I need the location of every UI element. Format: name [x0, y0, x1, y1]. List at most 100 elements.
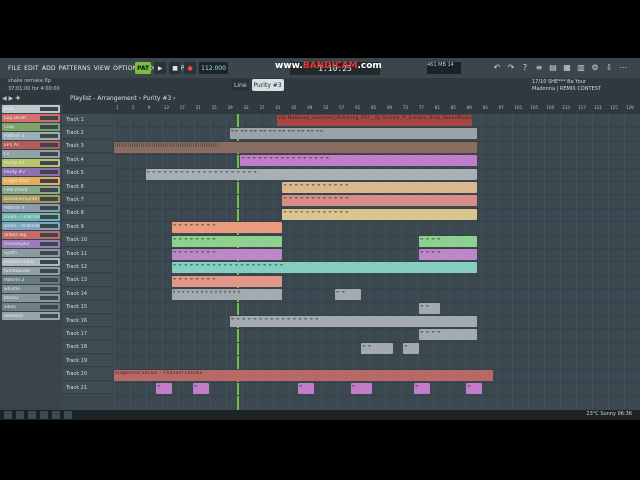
channel-volume-bar[interactable]: [40, 242, 58, 246]
channel-item[interactable]: Pattern 2: [2, 276, 60, 284]
track-label[interactable]: Track 6: [62, 181, 112, 193]
plugin-icon[interactable]: ⚙: [590, 62, 600, 72]
pattern-clip[interactable]: ≡ ≡ ≡ ≡ ≡ ≡ ≡ ≡ ≡ ≡ ≡ ≡ ≡ ≡ ≡ ≡ ≡ ≡ ≡ ≡: [171, 262, 477, 274]
channel-volume-bar[interactable]: [40, 278, 58, 282]
menu-item-add[interactable]: ADD: [42, 65, 56, 72]
channel-volume-bar[interactable]: [40, 224, 58, 228]
track-label[interactable]: Track 18: [62, 341, 112, 354]
track-label[interactable]: Track 3: [62, 140, 112, 153]
pattern-clip[interactable]: ≡: [350, 383, 372, 394]
menu-item-patterns[interactable]: PATTERNS: [59, 65, 91, 72]
pattern-clip[interactable]: ≡ ≡: [419, 302, 441, 314]
channel-item[interactable]: second snare: [2, 258, 60, 266]
browser-icon[interactable]: ▥: [576, 62, 586, 72]
channel-item[interactable]: Fx: [2, 150, 60, 158]
browser-app-icon[interactable]: [52, 411, 60, 419]
track-label[interactable]: Track 8: [62, 207, 112, 220]
channel-volume-bar[interactable]: [40, 116, 58, 120]
pattern-selector[interactable]: Purity #3: [251, 79, 284, 91]
channel-item[interactable]: snare - (1)all.bre: [2, 213, 60, 221]
pattern-clip[interactable]: ≡ ≡: [334, 289, 362, 301]
pattern-clip[interactable]: magbonna vocals - Channel volume: [114, 369, 493, 381]
play-button[interactable]: ▶: [154, 62, 167, 74]
pattern-clip[interactable]: ≡: [466, 383, 483, 394]
download-icon[interactable]: ⇩: [604, 62, 614, 72]
channel-volume-bar[interactable]: [40, 197, 58, 201]
pattern-clip[interactable]: v v v v v v v v v v v v v v v: [171, 289, 283, 301]
channel-volume-bar[interactable]: [40, 260, 58, 264]
record-button[interactable]: ●: [184, 62, 197, 74]
start-icon[interactable]: [4, 411, 12, 419]
track-label[interactable]: Track 11: [62, 248, 112, 260]
channel-item[interactable]: Purity #1: [2, 159, 60, 167]
more-icon[interactable]: ⋯: [618, 62, 628, 72]
pattern-clip[interactable]: ≡ ≡ ≡ ≡ ≡ ≡ ≡ ≡ ≡ ≡ ≡ ≡: [282, 182, 477, 193]
pattern-clip[interactable]: ≡: [156, 383, 172, 394]
channel-item[interactable]: adidians: [2, 312, 60, 320]
track-label[interactable]: Track 12: [62, 261, 112, 274]
channel-item[interactable]: Synth: [2, 249, 60, 257]
news-panel[interactable]: 17/10 SHE*** Be Your Madonna | REMIX CON…: [532, 79, 601, 93]
channel-volume-bar[interactable]: [40, 215, 58, 219]
pattern-clip[interactable]: ≡ ≡: [361, 342, 393, 354]
mixer-icon[interactable]: ≡: [534, 62, 544, 72]
pattern-clip[interactable]: ≡: [192, 383, 209, 394]
pattern-clip[interactable]: ≡ ≡ ≡ ≡ ≡ ≡ ≡ ≡ ≡ ≡ ≡ ≡ ≡ ≡ ≡ ≡: [240, 155, 477, 167]
channel-item[interactable]: dribsa log: [2, 231, 60, 239]
channel-item[interactable]: Pattern 9: [2, 204, 60, 212]
pattern-clip[interactable]: ≡ ≡ ≡ ≡ ≡ ≡ ≡ ≡ ≡ ≡ ≡ ≡ ≡ ≡ ≡ ≡ ≡ ≡ ≡ ≡: [145, 168, 477, 180]
track-label[interactable]: Track 13: [62, 274, 112, 287]
pattern-clip[interactable]: ≡ ≡ ≡ ≡ ≡ ≡ ≡ ≡: [171, 275, 283, 287]
pattern-clip[interactable]: ≡ ≡ ≡ ≡ ≡ ≡ ≡ ≡ ≡ ≡ ≡ ≡ ≡ ≡ ≡ ≡: [229, 316, 477, 327]
channel-volume-bar[interactable]: [40, 125, 58, 129]
channel-item[interactable]: vibes: [2, 303, 60, 311]
track-label[interactable]: Track 19: [62, 355, 112, 368]
pattern-clip[interactable]: ≡ ≡ ≡ ≡ ≡ ≡ ≡ ≡: [171, 249, 283, 260]
track-label[interactable]: Track 5: [62, 167, 112, 180]
clock[interactable]: 06:36: [618, 411, 632, 417]
channel-item[interactable]: ifamamp62: [2, 240, 60, 248]
fl-studio-app-icon[interactable]: [64, 411, 72, 419]
search-icon[interactable]: [16, 411, 24, 419]
channel-volume-bar[interactable]: [40, 206, 58, 210]
pattern-clip[interactable]: ≡ ≡ ≡ ≡ ≡ ≡ ≡ ≡: [171, 235, 283, 247]
redo-icon[interactable]: ↷: [506, 62, 516, 72]
track-label[interactable]: Track 16: [62, 315, 112, 327]
pattern-clip[interactable]: ≡≡ ≡≡ ≡≡ ≡≡ ≡≡ ≡≡ ≡≡ ≡≡ ≡≡ ≡≡: [229, 128, 477, 140]
pattern-clip[interactable]: ≡ ≡ ≡ ≡: [419, 329, 477, 341]
pattern-clip[interactable]: ≡ ≡ ≡ ≡: [419, 235, 477, 247]
channel-item[interactable]: Pattern 3: [2, 132, 60, 140]
channel-volume-bar[interactable]: [40, 152, 58, 156]
pattern-clip[interactable]: ≡ ≡ ≡ ≡ ≡ ≡ ≡ ≡ ≡ ≡ ≡ ≡: [282, 195, 477, 207]
channel-volume-bar[interactable]: [40, 143, 58, 147]
pattern-clip[interactable]: ≡: [403, 342, 420, 354]
track-label[interactable]: Track 2: [62, 127, 112, 140]
stop-button[interactable]: ■: [169, 62, 182, 74]
explorer-icon[interactable]: [40, 411, 48, 419]
pattern-mode-button[interactable]: PAT: [135, 62, 152, 74]
channel-volume-bar[interactable]: [40, 287, 58, 291]
channel-volume-bar[interactable]: [40, 305, 58, 309]
menu-item-file[interactable]: FILE: [8, 65, 21, 72]
channel-volume-bar[interactable]: [40, 314, 58, 318]
pattern-clip[interactable]: ≡ ≡ ≡ ≡: [419, 249, 477, 260]
track-label[interactable]: Track 20: [62, 368, 112, 381]
track-label[interactable]: Track 15: [62, 301, 112, 314]
channel-item[interactable]: Finger bass: [2, 177, 60, 185]
channel-item[interactable]: whistle: [2, 285, 60, 293]
track-label[interactable]: Track 21: [62, 382, 112, 394]
channel-item[interactable]: snare - militaries 7: [2, 222, 60, 230]
pattern-clip[interactable]: ||||||||||||||||||||||||||||||||||||||||…: [114, 141, 477, 153]
channel-item[interactable]: FPM chord: [2, 186, 60, 194]
tempo-display[interactable]: 112.000: [199, 62, 228, 74]
channel-volume-bar[interactable]: [40, 161, 58, 165]
track-label[interactable]: Track 14: [62, 288, 112, 301]
piano-roll-icon[interactable]: ▦: [562, 62, 572, 72]
menu-item-view[interactable]: VIEW: [94, 65, 110, 72]
task-view-icon[interactable]: [28, 411, 36, 419]
tag-icon[interactable]: ✚: [15, 95, 20, 102]
channel-item[interactable]: Log Drum: [2, 114, 60, 122]
track-label[interactable]: Track 7: [62, 194, 112, 207]
channel-volume-bar[interactable]: [40, 134, 58, 138]
channel-item[interactable]: block2: [2, 294, 60, 302]
